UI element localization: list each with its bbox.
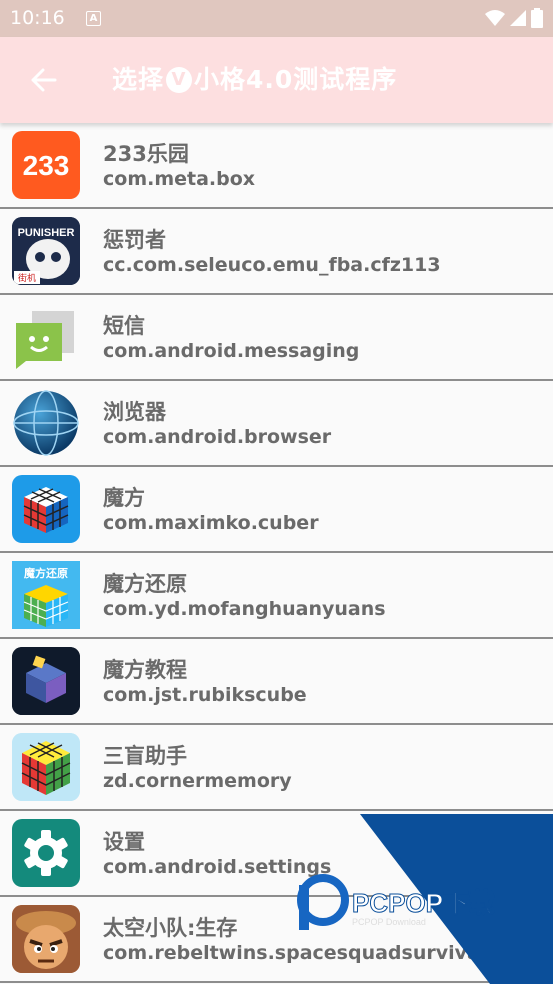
punisher-icon: PUNISHER 街机 xyxy=(12,217,80,285)
app-package: zd.cornermemory xyxy=(103,770,292,792)
app-name: 魔方还原 xyxy=(103,572,187,596)
page-title: 选择 V 小格4.0测试程序 xyxy=(112,61,397,99)
rubiks-cube-icon xyxy=(12,475,80,543)
cube-restore-icon: 魔方还原 xyxy=(12,561,80,629)
status-time: 10:16 xyxy=(10,7,65,29)
app-package: com.android.settings xyxy=(103,856,332,878)
app-bar: 选择 V 小格4.0测试程序 xyxy=(0,37,553,123)
list-item[interactable]: PUNISHER 街机 惩罚者 cc.com.seleuco.emu_fba.c… xyxy=(0,209,553,295)
cube-restore-icon-text: 魔方还原 xyxy=(24,566,68,580)
app-list: 233 233乐园 com.meta.box PUNISHER 街机 惩罚者 c… xyxy=(0,123,553,983)
space-squad-icon xyxy=(12,905,80,973)
list-item[interactable]: 魔方还原 魔方还原 com.yd.mofanghuanyuans xyxy=(0,553,553,639)
status-bar: 10:16 A xyxy=(0,0,553,37)
cube-tutorial-icon xyxy=(12,647,80,715)
list-item[interactable]: 浏览器 com.android.browser xyxy=(0,381,553,467)
app-name: 233乐园 xyxy=(103,142,189,166)
notification-icon: A xyxy=(86,11,101,26)
app-package: com.android.messaging xyxy=(103,340,360,362)
v-badge-icon: V xyxy=(166,67,193,93)
app-name: 魔方教程 xyxy=(103,658,187,682)
app-name: 魔方 xyxy=(103,486,145,510)
app-name: 太空小队:生存 xyxy=(103,916,238,940)
punisher-icon-text: PUNISHER xyxy=(18,227,75,239)
list-item[interactable]: 短信 com.android.messaging xyxy=(0,295,553,381)
app-name: 设置 xyxy=(103,830,145,854)
blind-solve-cube-icon xyxy=(12,733,80,801)
app-name: 惩罚者 xyxy=(103,228,166,252)
wifi-icon xyxy=(485,10,505,26)
app-package: cc.com.seleuco.emu_fba.cfz113 xyxy=(103,254,441,276)
app-package: com.yd.mofanghuanyuans xyxy=(103,598,386,620)
status-icons xyxy=(485,8,543,28)
app-package: com.jst.rubikscube xyxy=(103,684,307,706)
app-name: 三盲助手 xyxy=(103,744,187,768)
app-name: 浏览器 xyxy=(103,400,166,424)
app-package: com.rebeltwins.spacesquadsurvival xyxy=(103,942,487,964)
punisher-icon-badge: 街机 xyxy=(18,272,36,284)
app-package: com.meta.box xyxy=(103,168,256,190)
app-package: com.maximko.cuber xyxy=(103,512,319,534)
list-item[interactable]: 太空小队:生存 com.rebeltwins.spacesquadsurviva… xyxy=(0,897,553,983)
signal-icon xyxy=(510,10,526,26)
list-item[interactable]: 三盲助手 zd.cornermemory xyxy=(0,725,553,811)
app-name: 短信 xyxy=(103,314,145,338)
title-suffix: 小格4.0测试程序 xyxy=(194,65,398,94)
233-icon-text: 233 xyxy=(23,150,70,181)
battery-icon xyxy=(531,8,543,28)
list-item[interactable]: 设置 com.android.settings xyxy=(0,811,553,897)
list-item[interactable]: 魔方 com.maximko.cuber xyxy=(0,467,553,553)
back-button[interactable] xyxy=(24,61,62,99)
title-prefix: 选择 xyxy=(112,65,165,94)
browser-globe-icon xyxy=(12,389,80,457)
list-item[interactable]: 233 233乐园 com.meta.box xyxy=(0,123,553,209)
233-park-icon: 233 xyxy=(12,131,80,199)
back-arrow-icon xyxy=(31,68,57,92)
messaging-icon xyxy=(12,303,80,371)
list-item[interactable]: 魔方教程 com.jst.rubikscube xyxy=(0,639,553,725)
app-package: com.android.browser xyxy=(103,426,332,448)
settings-gear-icon xyxy=(12,819,80,887)
